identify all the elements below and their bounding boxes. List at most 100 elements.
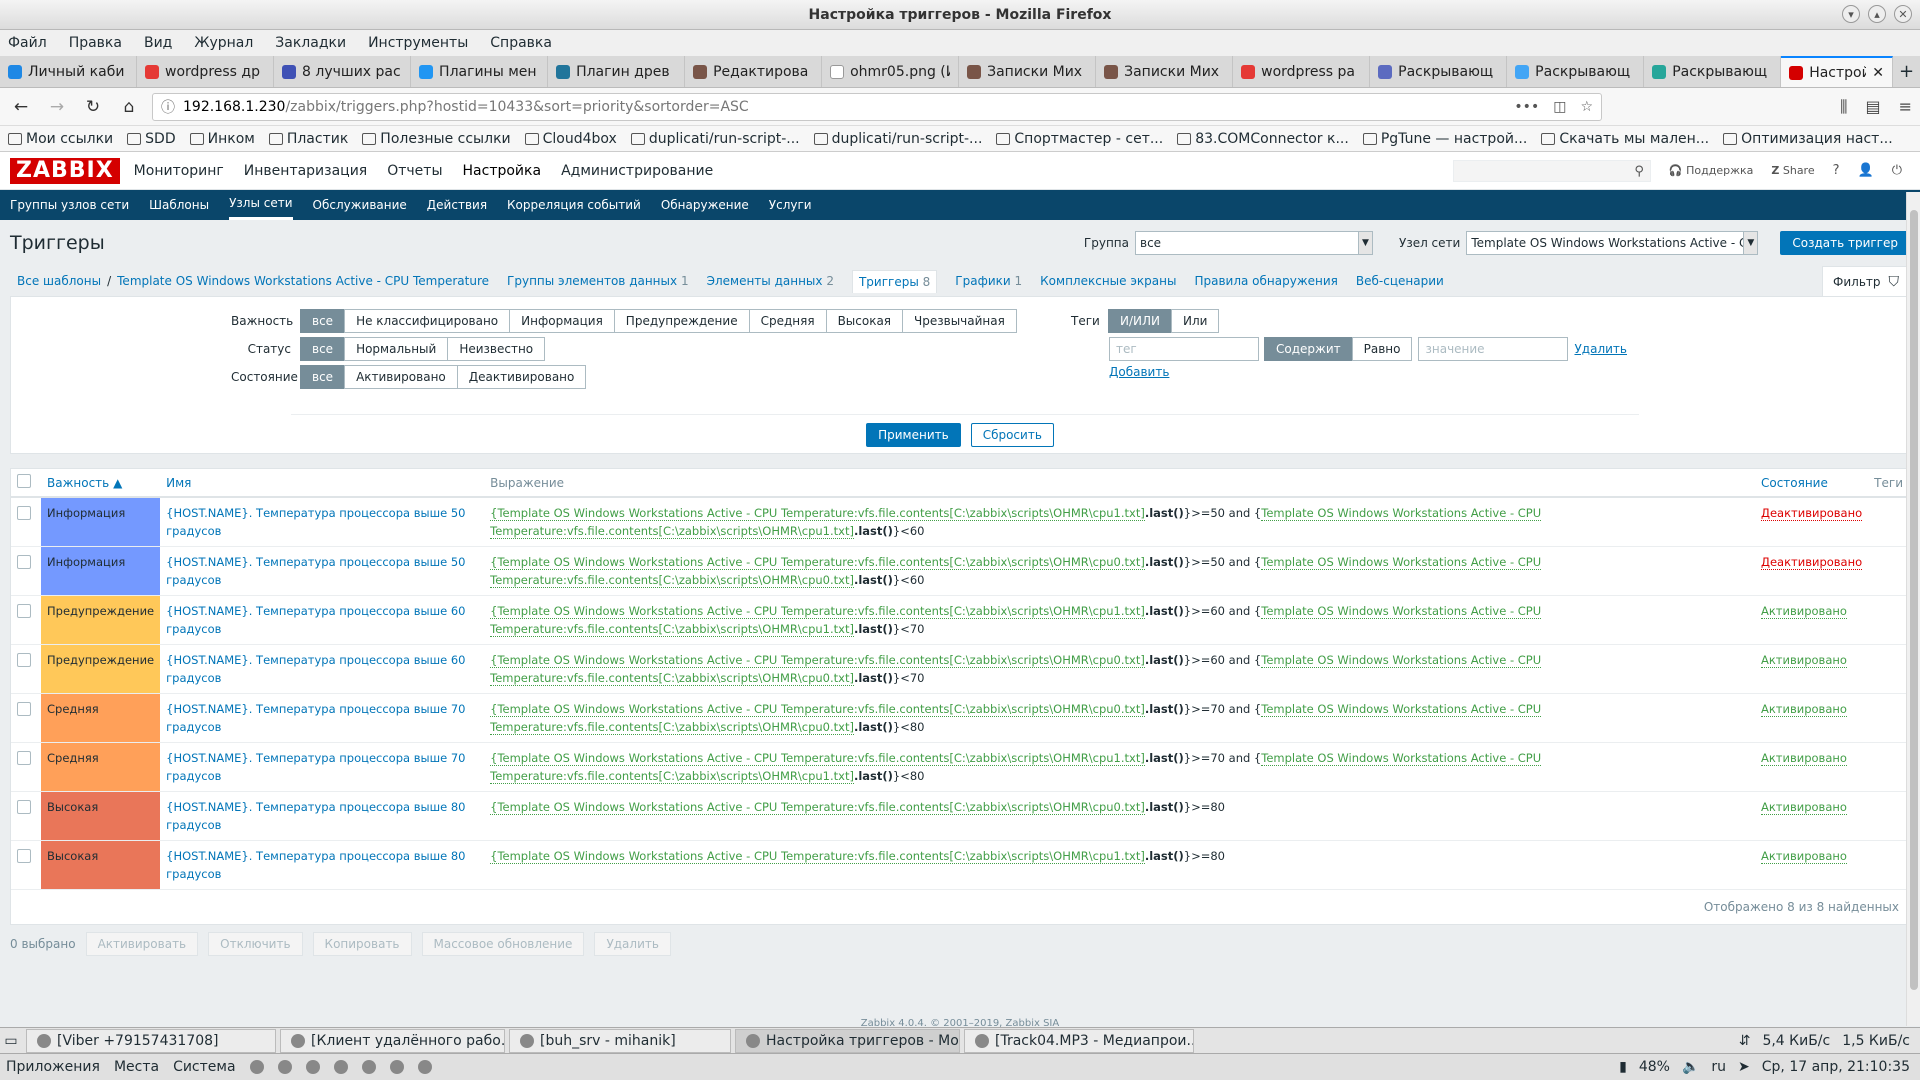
bookmark-4[interactable]: Полезные ссылки xyxy=(362,131,511,147)
library-icon[interactable]: ⫼ xyxy=(1840,97,1847,117)
sub-menu-7[interactable]: Услуги xyxy=(769,190,812,220)
trigger-name-link[interactable]: {HOST.NAME}. Температура процессора выше… xyxy=(160,595,485,645)
help-icon[interactable]: ? xyxy=(1833,163,1840,178)
row-checkbox[interactable] xyxy=(17,604,31,618)
top-menu-2[interactable]: Отчеты xyxy=(387,163,442,179)
menu-2[interactable]: Вид xyxy=(144,35,172,51)
expression-item-link[interactable]: {Template OS Windows Workstations Active… xyxy=(490,653,1145,668)
tag-value-input[interactable]: значение xyxy=(1418,337,1569,361)
taskbar-task-2[interactable]: [buh_srv - mihanik] xyxy=(509,1028,731,1053)
sub-menu-3[interactable]: Обслуживание xyxy=(313,190,407,220)
state-toggle-link[interactable]: Активировано xyxy=(1760,751,1847,766)
bookmark-0[interactable]: Мои ссылки xyxy=(8,131,113,147)
minimize-icon[interactable]: ▾ xyxy=(1842,5,1860,23)
global-search-input[interactable]: ⚲ xyxy=(1452,159,1651,182)
state-toggle-link[interactable]: Активировано xyxy=(1760,702,1847,717)
trigger-name-link[interactable]: {HOST.NAME}. Температура процессора выше… xyxy=(160,644,485,694)
pocket-icon[interactable]: ◫ xyxy=(1553,99,1566,115)
top-menu-3[interactable]: Настройка xyxy=(463,163,542,179)
top-menu-0[interactable]: Мониторинг xyxy=(134,163,224,179)
seg-tagsmode-option-1[interactable]: Или xyxy=(1171,309,1220,333)
browser-tab-2[interactable]: 8 лучших рас xyxy=(274,56,412,87)
top-menu-4[interactable]: Администрирование xyxy=(561,163,713,179)
expression-item-link[interactable]: {Template OS Windows Workstations Active… xyxy=(490,702,1145,717)
info-icon[interactable]: ⓘ xyxy=(161,97,175,117)
trigger-name-link[interactable]: {HOST.NAME}. Температура процессора выше… xyxy=(160,497,485,547)
seg-tagops-option-0[interactable]: Содержит xyxy=(1264,337,1353,361)
crumb-graphs[interactable]: Графики 1 xyxy=(955,274,1022,288)
browser-tab-11[interactable]: Раскрывающ xyxy=(1507,56,1645,87)
mass-action-button-1[interactable]: Отключить xyxy=(208,932,303,956)
seg-severity-option-1[interactable]: Не классифицировано xyxy=(344,309,511,333)
close-tab-icon[interactable]: ✕ xyxy=(1872,65,1884,81)
reload-icon[interactable]: ↻ xyxy=(80,97,106,117)
seg-severity-option-2[interactable]: Информация xyxy=(509,309,615,333)
trigger-name-link[interactable]: {HOST.NAME}. Температура процессора выше… xyxy=(160,840,485,890)
seg-state-option-2[interactable]: Деактивировано xyxy=(456,365,587,389)
browser-tab-13[interactable]: Настройка ✕ xyxy=(1781,56,1893,87)
browser-tab-5[interactable]: Редактирова xyxy=(685,56,823,87)
sub-menu-2[interactable]: Узлы сети xyxy=(229,190,293,220)
row-checkbox[interactable] xyxy=(17,653,31,667)
row-checkbox[interactable] xyxy=(17,506,31,520)
bookmark-8[interactable]: Спортмастер - сет... xyxy=(996,131,1163,147)
taskbar-task-1[interactable]: [Клиент удалённого рабо... xyxy=(280,1028,505,1053)
browser-tab-10[interactable]: Раскрывающ xyxy=(1370,56,1508,87)
new-tab-icon[interactable]: + xyxy=(1893,56,1920,87)
taskbar-task-0[interactable]: [Viber +79157431708] xyxy=(26,1028,276,1053)
close-icon[interactable]: ✕ xyxy=(1894,5,1912,23)
telegram-icon[interactable]: ➤ xyxy=(1738,1059,1750,1075)
crumb-template[interactable]: Template OS Windows Workstations Active … xyxy=(117,274,489,288)
mass-action-button-3[interactable]: Массовое обновление xyxy=(421,932,585,956)
sub-menu-6[interactable]: Обнаружение xyxy=(661,190,749,220)
hamburger-menu-icon[interactable]: ≡ xyxy=(1899,97,1912,117)
panel-menu-1[interactable]: Места xyxy=(114,1059,159,1075)
seg-status-option-1[interactable]: Нормальный xyxy=(344,337,449,361)
state-toggle-link[interactable]: Активировано xyxy=(1760,653,1847,668)
volume-icon[interactable]: 🔈 xyxy=(1682,1059,1699,1075)
support-link[interactable]: 🎧 Поддержка xyxy=(1669,164,1753,177)
state-toggle-link[interactable]: Активировано xyxy=(1760,849,1847,864)
state-toggle-link[interactable]: Деактивировано xyxy=(1760,506,1863,521)
mass-action-button-2[interactable]: Копировать xyxy=(312,932,412,956)
expression-item-link[interactable]: {Template OS Windows Workstations Active… xyxy=(490,800,1145,815)
back-icon[interactable]: ← xyxy=(8,97,34,117)
crumb-all-templates[interactable]: Все шаблоны xyxy=(17,274,101,288)
seg-status-option-0[interactable]: все xyxy=(300,337,346,361)
share-link[interactable]: Z Share xyxy=(1771,164,1814,177)
skype-icon[interactable] xyxy=(277,1060,292,1074)
crumb-discovery[interactable]: Правила обнаружения xyxy=(1194,274,1337,288)
tag-input[interactable]: тег xyxy=(1109,337,1259,361)
bookmark-3[interactable]: Пластик xyxy=(268,131,348,147)
filter-tab[interactable]: Фильтр ⛉ xyxy=(1822,266,1910,296)
bookmark-7[interactable]: duplicati/run-script-... xyxy=(813,131,982,147)
zabbix-logo[interactable]: ZABBIX xyxy=(10,157,120,184)
menu-5[interactable]: Инструменты xyxy=(368,35,468,51)
bookmark-2[interactable]: Инком xyxy=(189,131,255,147)
page-scrollbar[interactable] xyxy=(1906,192,1920,1026)
seg-severity-option-3[interactable]: Предупреждение xyxy=(613,309,750,333)
files-icon[interactable] xyxy=(361,1060,376,1074)
header-name[interactable]: Имя xyxy=(160,469,485,498)
group-select[interactable]: все ▼ xyxy=(1135,231,1373,255)
trigger-name-link[interactable]: {HOST.NAME}. Температура процессора выше… xyxy=(160,546,485,596)
browser-tab-12[interactable]: Раскрывающ xyxy=(1644,56,1782,87)
bookmark-11[interactable]: Скачать мы мален... xyxy=(1541,131,1709,147)
sidebar-icon[interactable]: ▤ xyxy=(1865,97,1880,117)
row-checkbox[interactable] xyxy=(17,555,31,569)
browser-tab-1[interactable]: wordpress др xyxy=(137,56,275,87)
sub-menu-4[interactable]: Действия xyxy=(427,190,487,220)
browser-tab-8[interactable]: Записки Мих xyxy=(1096,56,1234,87)
trigger-name-link[interactable]: {HOST.NAME}. Температура процессора выше… xyxy=(160,791,485,841)
select-all-checkbox[interactable] xyxy=(17,474,31,488)
remove-tag-link[interactable]: Удалить xyxy=(1574,342,1627,356)
menu-3[interactable]: Журнал xyxy=(194,35,253,51)
expression-item-link[interactable]: {Template OS Windows Workstations Active… xyxy=(490,604,1145,619)
menu-0[interactable]: Файл xyxy=(8,35,47,51)
seg-tagsmode-option-0[interactable]: И/ИЛИ xyxy=(1108,309,1172,333)
seg-severity-option-0[interactable]: все xyxy=(300,309,346,333)
header-severity[interactable]: Важность ▲ xyxy=(41,469,161,498)
expression-item-link[interactable]: {Template OS Windows Workstations Active… xyxy=(490,506,1145,521)
menu-1[interactable]: Правка xyxy=(69,35,122,51)
bookmark-10[interactable]: PgTune — настрой... xyxy=(1362,131,1527,147)
